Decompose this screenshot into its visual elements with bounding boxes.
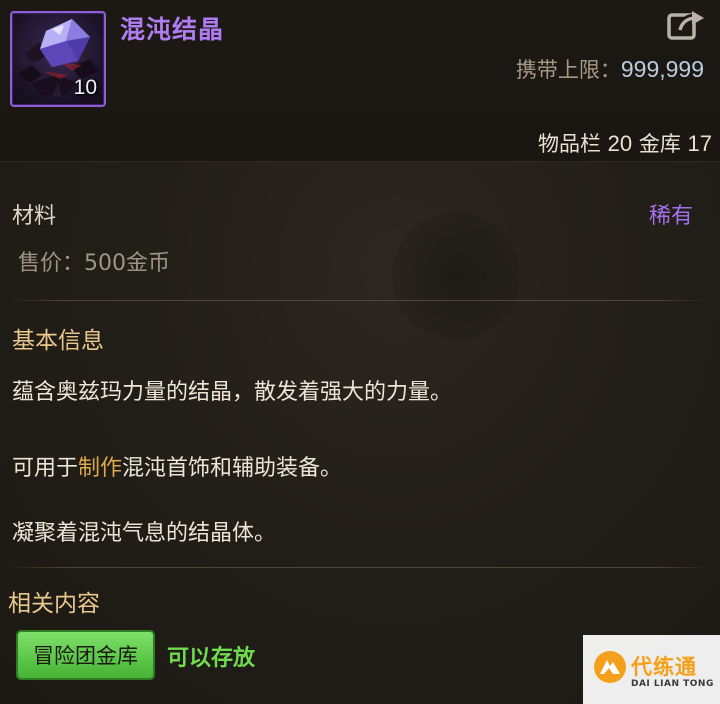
item-header: 10 混沌结晶 携带上限：999,999 物品栏 20 金库 17 <box>0 0 720 162</box>
watermark-en: DAI LIAN TONG <box>631 679 714 689</box>
item-icon-frame[interactable]: 10 <box>10 11 106 107</box>
description-line-2-suffix: 混沌首饰和辅助装备。 <box>122 456 343 481</box>
adventure-vault-button[interactable]: 冒险团金库 <box>16 630 155 680</box>
share-icon <box>667 11 704 40</box>
vault-label: 金库 <box>638 132 681 156</box>
watermark: 代练通 DAI LIAN TONG <box>583 635 720 704</box>
item-rarity: 稀有 <box>648 204 693 229</box>
related-content-title: 相关内容 <box>8 591 100 617</box>
carry-limit-label: 携带上限： <box>515 58 621 82</box>
item-price: 售价：500金币 <box>18 251 170 276</box>
carry-limit: 携带上限：999,999 <box>516 54 704 84</box>
background-glow <box>392 212 520 340</box>
basic-info-title: 基本信息 <box>12 328 104 354</box>
share-button[interactable] <box>666 8 706 42</box>
description-line-3: 凝聚着混沌气息的结晶体。 <box>12 521 277 546</box>
watermark-logo-icon <box>594 651 626 683</box>
inventory-count: 20 <box>607 131 633 156</box>
description-line-2: 可用于制作混沌首饰和辅助装备。 <box>12 450 342 482</box>
divider <box>10 567 710 568</box>
description-line-2-prefix: 可用于 <box>12 456 79 481</box>
storable-status: 可以存放 <box>167 646 256 671</box>
divider <box>10 300 710 301</box>
vault-count: 17 <box>687 131 712 156</box>
carry-limit-value: 999,999 <box>620 56 704 82</box>
inventory-label: 物品栏 <box>537 132 601 156</box>
item-name: 混沌结晶 <box>120 15 225 44</box>
watermark-cn: 代练通 <box>631 655 697 679</box>
item-category: 材料 <box>12 204 57 229</box>
item-tooltip-panel: 10 混沌结晶 携带上限：999,999 物品栏 20 金库 17 材料 稀有 … <box>0 0 720 704</box>
crafting-keyword: 制作 <box>78 456 123 481</box>
item-count: 10 <box>73 76 97 99</box>
description-line-1: 蕴含奥兹玛力量的结晶，散发着强大的力量。 <box>12 380 453 405</box>
storage-counts: 物品栏 20 金库 17 <box>538 128 712 158</box>
